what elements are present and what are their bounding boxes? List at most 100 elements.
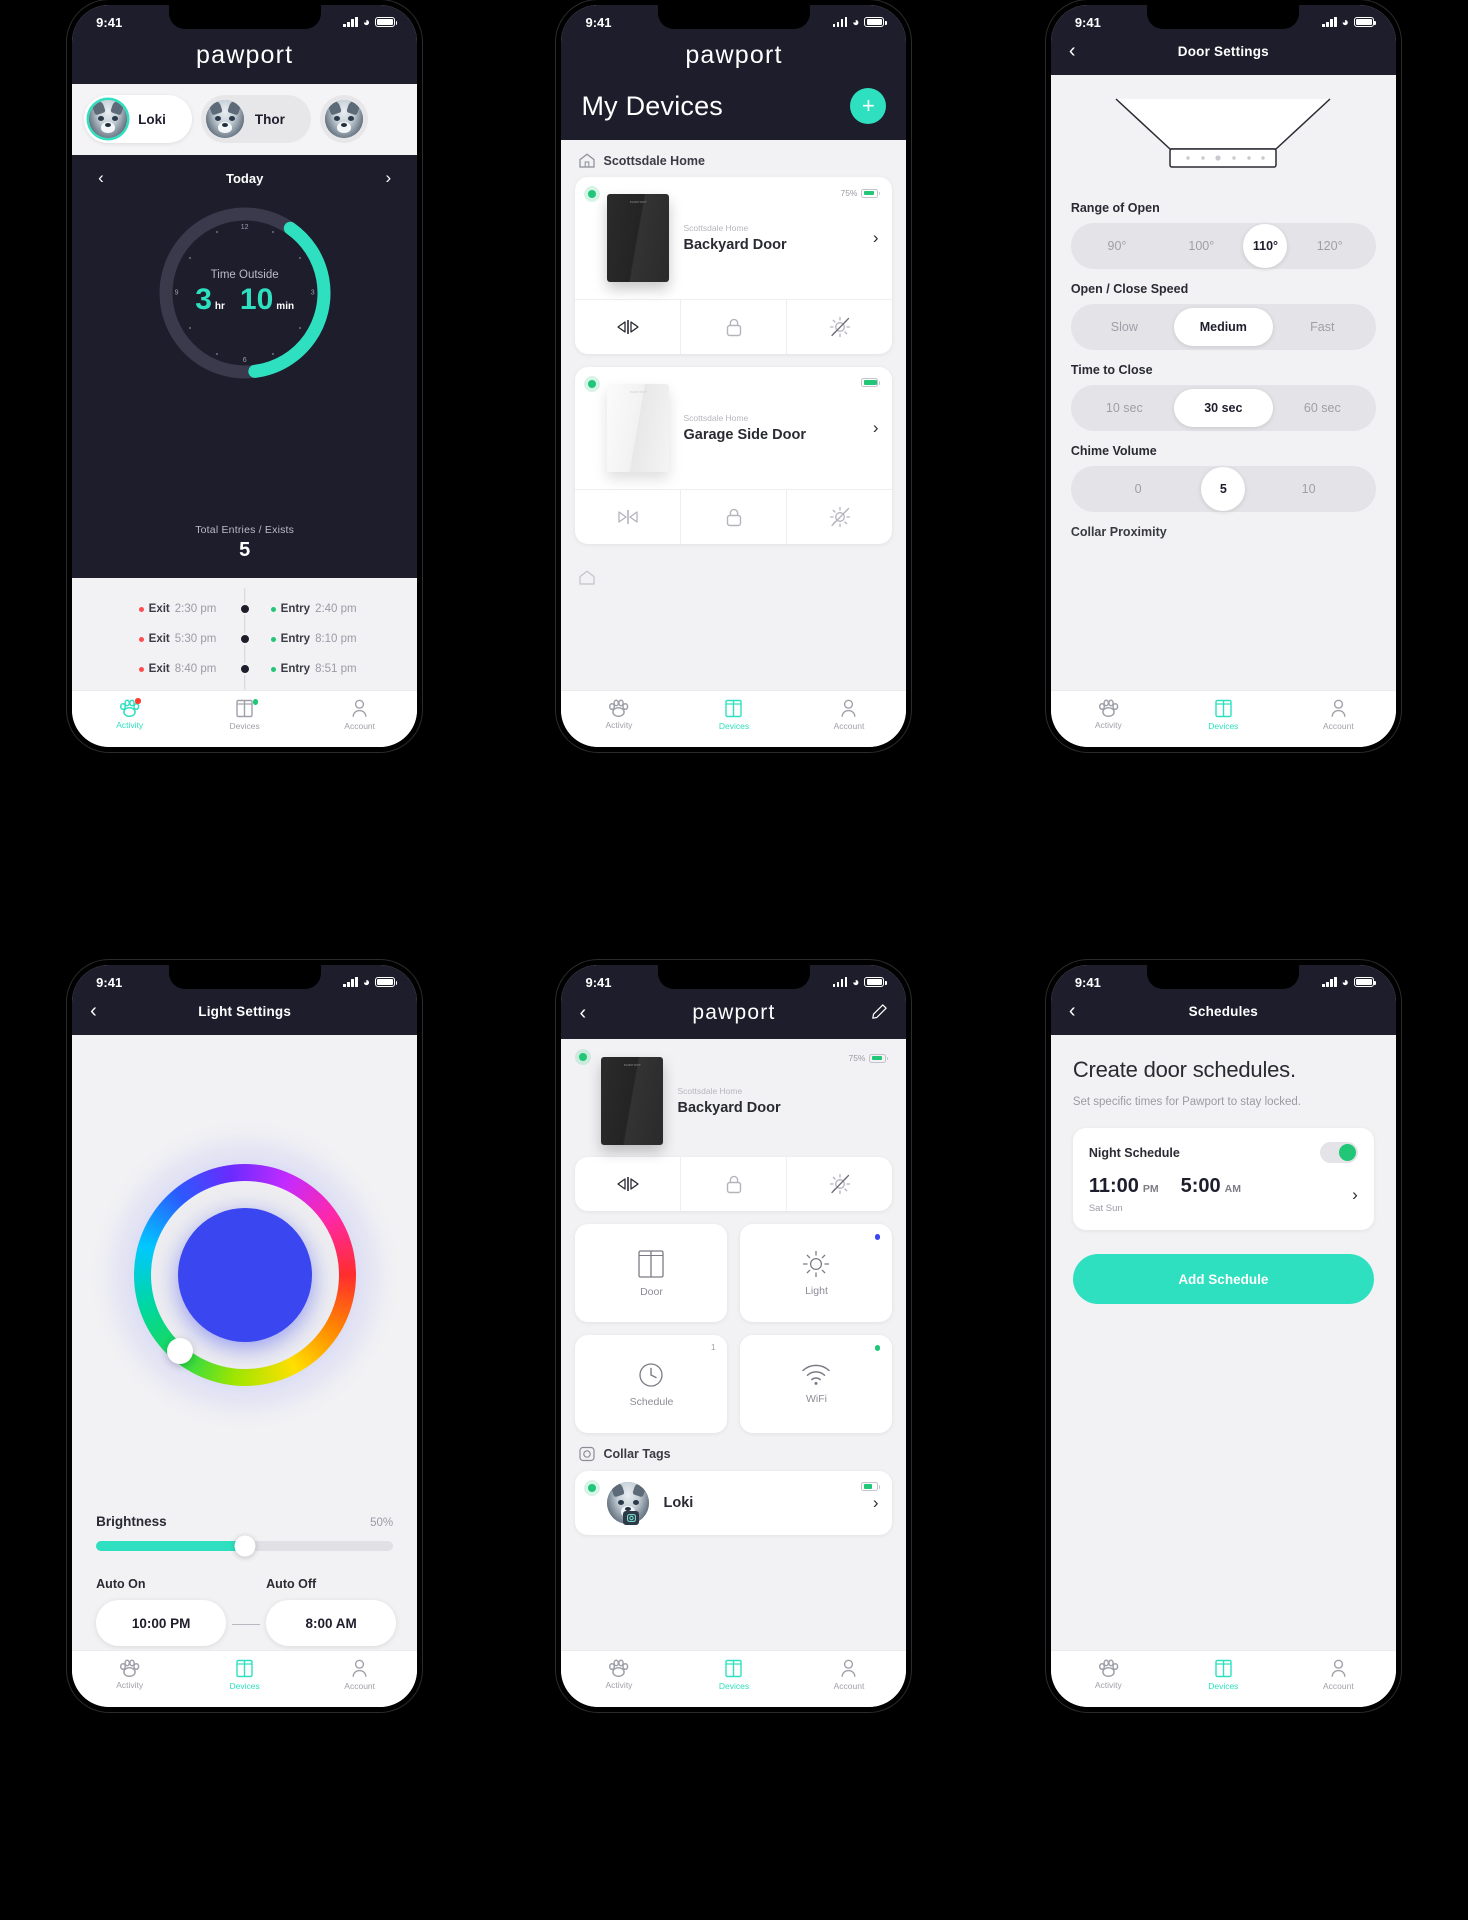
devices-badge <box>252 699 259 705</box>
tab-devices[interactable]: Devices <box>187 1659 302 1691</box>
schedule-card-night[interactable]: Night Schedule 11:00 PM 5:00 AM Sat Sun … <box>1072 1128 1374 1230</box>
tab-activity[interactable]: Activity <box>561 699 676 731</box>
light-button[interactable] <box>786 490 892 544</box>
tab-account[interactable]: Account <box>791 699 906 731</box>
door-open-close-button[interactable] <box>575 490 680 544</box>
chevron-right-icon[interactable]: › <box>867 228 879 248</box>
lock-button[interactable] <box>680 490 786 544</box>
device-hero: 75% PAWPORT Scottsdale Home Backyard Doo… <box>575 1039 892 1157</box>
tab-label: Devices <box>229 721 260 731</box>
tab-activity[interactable]: Activity <box>72 1659 187 1691</box>
brightness-slider-knob[interactable] <box>234 1535 256 1557</box>
pet-name: Thor <box>254 111 285 127</box>
auto-off-time[interactable]: 8:00 AM <box>266 1600 397 1646</box>
entry-dot-icon <box>270 636 276 642</box>
device-card-garage[interactable]: PAWPORT Scottsdale Home Garage Side Door… <box>575 367 893 544</box>
tag-icon <box>579 1446 596 1462</box>
battery-icon <box>1353 977 1377 987</box>
option-0[interactable]: 0 <box>1075 470 1202 508</box>
tab-account[interactable]: Account <box>1281 699 1396 731</box>
option-120[interactable]: 120° <box>1287 227 1371 265</box>
next-day-button[interactable]: › <box>385 168 391 188</box>
tab-devices[interactable]: Devices <box>1166 699 1281 731</box>
option-110-selected[interactable]: 110° <box>1243 224 1288 268</box>
option-10[interactable]: 10 <box>1245 470 1372 508</box>
edit-button[interactable] <box>868 1003 889 1023</box>
door-open-close-button[interactable] <box>575 1157 680 1211</box>
schedule-end-meridiem: AM <box>1224 1183 1242 1195</box>
back-button[interactable]: ‹ <box>1069 1001 1093 1021</box>
light-button[interactable] <box>786 300 892 354</box>
collar-card-loki[interactable]: Loki › <box>575 1471 893 1535</box>
tile-wifi[interactable]: WiFi <box>740 1335 893 1433</box>
range-of-open-selector[interactable]: 90° 100° 110° 120° <box>1070 223 1376 269</box>
tab-activity[interactable]: Activity <box>1051 1659 1166 1691</box>
timeline-row[interactable]: Exit 2:30 pm Entry 2:40 pm <box>72 594 417 624</box>
collar-tags-label: Collar Tags <box>603 1447 671 1461</box>
option-5-selected[interactable]: 5 <box>1201 467 1246 511</box>
light-button[interactable] <box>786 1157 892 1211</box>
tab-account[interactable]: Account <box>302 1659 417 1691</box>
pet-chip-thor[interactable]: Thor <box>200 95 311 143</box>
schedules-body[interactable]: Create door schedules. Set specific time… <box>1050 1035 1396 1650</box>
tab-devices[interactable]: Devices <box>676 699 791 731</box>
option-100[interactable]: 100° <box>1159 227 1243 265</box>
lock-button[interactable] <box>680 300 786 354</box>
chevron-right-icon[interactable]: › <box>1346 1185 1358 1205</box>
chime-volume-selector[interactable]: 0 5 10 <box>1070 466 1376 512</box>
chevron-right-icon[interactable]: › <box>867 1493 879 1513</box>
color-wheel-area[interactable] <box>72 1035 418 1514</box>
tab-activity[interactable]: Activity <box>561 1659 676 1691</box>
option-90[interactable]: 90° <box>1075 227 1159 265</box>
tab-activity[interactable]: Activity <box>72 698 187 731</box>
tab-devices[interactable]: Devices <box>1166 1659 1281 1691</box>
tab-devices[interactable]: Devices <box>187 699 302 731</box>
option-slow[interactable]: Slow <box>1075 308 1174 346</box>
option-fast[interactable]: Fast <box>1273 308 1372 346</box>
tab-devices[interactable]: Devices <box>676 1659 791 1691</box>
pet-chip-loki[interactable]: Loki <box>84 95 192 143</box>
lock-button[interactable] <box>680 1157 786 1211</box>
door-settings-list[interactable]: Range of Open 90° 100° 110° 120° Open / … <box>1050 75 1396 690</box>
tile-light[interactable]: Light <box>740 1224 893 1322</box>
option-30-sec-selected[interactable]: 30 sec <box>1173 389 1273 427</box>
option-60-sec[interactable]: 60 sec <box>1273 389 1372 427</box>
timeline-row[interactable]: Exit 8:40 pm Entry 8:51 pm <box>72 654 417 684</box>
open-close-speed-selector[interactable]: Slow Medium Fast <box>1070 304 1376 350</box>
color-wheel-handle[interactable] <box>166 1337 193 1364</box>
auto-on-time[interactable]: 10:00 PM <box>96 1600 227 1646</box>
tab-account[interactable]: Account <box>302 699 417 731</box>
tab-account[interactable]: Account <box>791 1659 906 1691</box>
time-range-dash <box>232 1623 261 1625</box>
collar-name: Loki <box>663 1495 694 1511</box>
pet-selector[interactable]: Loki Thor <box>72 84 418 155</box>
back-button[interactable]: ‹ <box>579 1003 600 1023</box>
tab-account[interactable]: Account <box>1281 1659 1396 1691</box>
color-wheel[interactable] <box>133 1163 356 1386</box>
pet-chip-next[interactable] <box>319 95 368 143</box>
tile-schedule[interactable]: 1 Schedule <box>575 1335 728 1433</box>
battery-indicator: 75% <box>840 188 881 198</box>
tab-activity[interactable]: Activity <box>1051 699 1166 731</box>
door-open-close-button[interactable] <box>575 300 680 354</box>
time-to-close-selector[interactable]: 10 sec 30 sec 60 sec <box>1070 385 1376 431</box>
notch <box>1147 5 1300 29</box>
back-button[interactable]: ‹ <box>90 1001 114 1021</box>
schedule-toggle[interactable] <box>1319 1142 1358 1163</box>
add-schedule-button[interactable]: Add Schedule <box>1072 1254 1374 1304</box>
chevron-right-icon[interactable]: › <box>867 418 879 438</box>
exit-dot-icon <box>138 636 144 642</box>
timeline-row[interactable]: Exit 5:30 pm Entry 8:10 pm <box>72 624 417 654</box>
tile-door[interactable]: Door <box>575 1224 728 1322</box>
device-detail-body[interactable]: 75% PAWPORT Scottsdale Home Backyard Doo… <box>561 1039 907 1650</box>
option-medium-selected[interactable]: Medium <box>1173 308 1273 346</box>
add-device-button[interactable]: + <box>850 88 887 124</box>
devices-list[interactable]: Scottsdale Home 75% PAWPORT Scottsdale H… <box>561 140 907 690</box>
prev-day-button[interactable]: ‹ <box>98 168 104 188</box>
option-10-sec[interactable]: 10 sec <box>1075 389 1174 427</box>
schedule-end-time: 5:00 <box>1180 1175 1221 1197</box>
paw-icon <box>1098 699 1119 717</box>
brightness-slider[interactable] <box>96 1535 394 1557</box>
back-button[interactable]: ‹ <box>1069 41 1093 61</box>
device-card-backyard[interactable]: 75% PAWPORT Scottsdale Home Backyard Doo… <box>575 177 893 354</box>
